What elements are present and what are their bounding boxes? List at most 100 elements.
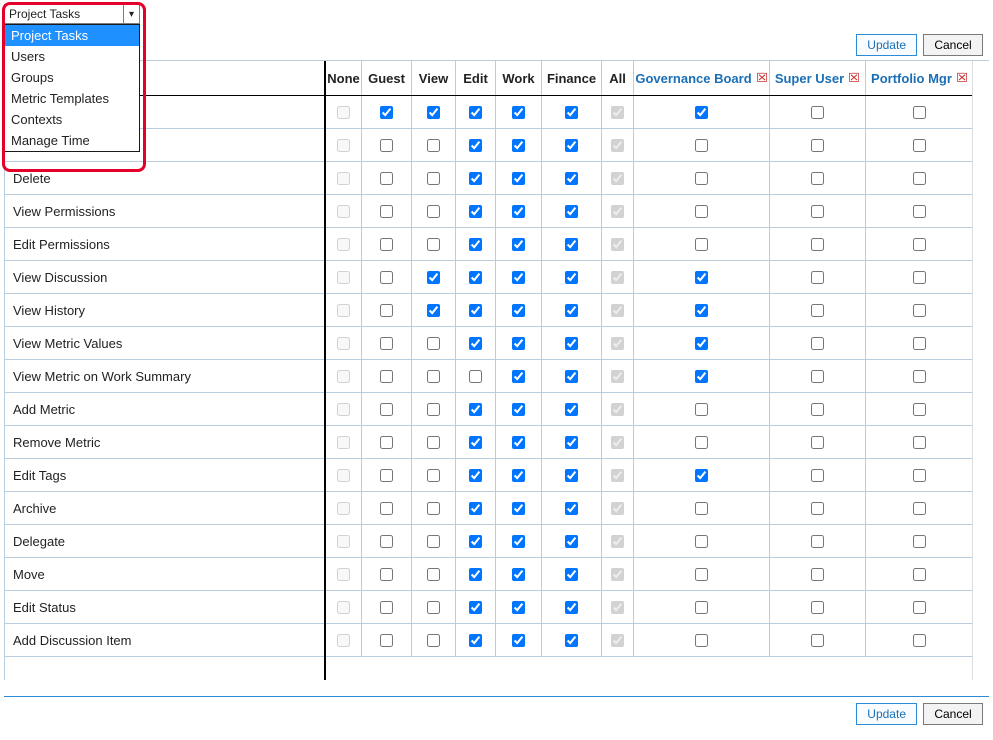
permission-checkbox[interactable] [380, 634, 393, 647]
permission-checkbox[interactable] [611, 634, 624, 647]
permission-checkbox[interactable] [913, 238, 926, 251]
permission-checkbox[interactable] [337, 436, 350, 449]
permission-checkbox[interactable] [611, 601, 624, 614]
permission-checkbox[interactable] [565, 370, 578, 383]
permission-checkbox[interactable] [469, 172, 482, 185]
permission-checkbox[interactable] [380, 271, 393, 284]
permission-checkbox[interactable] [913, 403, 926, 416]
permission-checkbox[interactable] [380, 568, 393, 581]
permission-checkbox[interactable] [913, 370, 926, 383]
permission-checkbox[interactable] [380, 304, 393, 317]
permission-checkbox[interactable] [337, 469, 350, 482]
dropdown-option[interactable]: Manage Time [5, 130, 139, 151]
permission-checkbox[interactable] [469, 403, 482, 416]
permission-checkbox[interactable] [565, 469, 578, 482]
col-header-governance-board[interactable]: Governance Board [634, 61, 770, 95]
permission-checkbox[interactable] [565, 139, 578, 152]
delete-icon[interactable] [848, 71, 860, 86]
permission-checkbox[interactable] [427, 601, 440, 614]
delete-icon[interactable] [756, 71, 768, 86]
permission-checkbox[interactable] [380, 172, 393, 185]
permission-checkbox[interactable] [337, 106, 350, 119]
permission-checkbox[interactable] [512, 568, 525, 581]
permission-checkbox[interactable] [913, 205, 926, 218]
permission-checkbox[interactable] [611, 469, 624, 482]
permission-checkbox[interactable] [611, 502, 624, 515]
permission-checkbox[interactable] [380, 601, 393, 614]
permission-checkbox[interactable] [811, 172, 824, 185]
permission-checkbox[interactable] [469, 502, 482, 515]
permission-checkbox[interactable] [695, 403, 708, 416]
permission-checkbox[interactable] [380, 436, 393, 449]
permission-checkbox[interactable] [512, 271, 525, 284]
permission-checkbox[interactable] [380, 469, 393, 482]
permission-checkbox[interactable] [913, 304, 926, 317]
dropdown-option[interactable]: Users [5, 46, 139, 67]
permission-checkbox[interactable] [337, 172, 350, 185]
permission-checkbox[interactable] [565, 436, 578, 449]
permission-checkbox[interactable] [469, 139, 482, 152]
permission-checkbox[interactable] [469, 106, 482, 119]
permission-checkbox[interactable] [611, 337, 624, 350]
permission-checkbox[interactable] [611, 568, 624, 581]
permission-checkbox[interactable] [337, 568, 350, 581]
permission-checkbox[interactable] [565, 337, 578, 350]
permission-checkbox[interactable] [811, 304, 824, 317]
dropdown-option[interactable]: Project Tasks [5, 25, 139, 46]
permission-checkbox[interactable] [611, 271, 624, 284]
permission-checkbox[interactable] [427, 436, 440, 449]
permission-checkbox[interactable] [565, 403, 578, 416]
dropdown-option[interactable]: Groups [5, 67, 139, 88]
permission-checkbox[interactable] [695, 139, 708, 152]
permission-checkbox[interactable] [811, 634, 824, 647]
permission-checkbox[interactable] [469, 370, 482, 383]
permission-checkbox[interactable] [512, 502, 525, 515]
permission-checkbox[interactable] [427, 304, 440, 317]
permission-checkbox[interactable] [469, 271, 482, 284]
permission-checkbox[interactable] [611, 238, 624, 251]
permission-checkbox[interactable] [469, 535, 482, 548]
permission-checkbox[interactable] [337, 403, 350, 416]
permission-checkbox[interactable] [469, 436, 482, 449]
permission-checkbox[interactable] [337, 238, 350, 251]
permission-checkbox[interactable] [811, 601, 824, 614]
permission-checkbox[interactable] [427, 238, 440, 251]
permission-checkbox[interactable] [380, 370, 393, 383]
permission-checkbox[interactable] [469, 601, 482, 614]
permission-checkbox[interactable] [427, 271, 440, 284]
permission-checkbox[interactable] [380, 337, 393, 350]
permission-checkbox[interactable] [695, 568, 708, 581]
permission-checkbox[interactable] [695, 106, 708, 119]
permission-checkbox[interactable] [380, 403, 393, 416]
permission-checkbox[interactable] [469, 238, 482, 251]
permission-checkbox[interactable] [380, 238, 393, 251]
permission-checkbox[interactable] [913, 502, 926, 515]
permission-checkbox[interactable] [695, 304, 708, 317]
permission-checkbox[interactable] [611, 304, 624, 317]
permission-checkbox[interactable] [380, 139, 393, 152]
permission-checkbox[interactable] [565, 502, 578, 515]
permission-checkbox[interactable] [695, 205, 708, 218]
permission-checkbox[interactable] [337, 370, 350, 383]
permission-checkbox[interactable] [565, 106, 578, 119]
permission-checkbox[interactable] [913, 601, 926, 614]
permission-checkbox[interactable] [811, 568, 824, 581]
permission-checkbox[interactable] [427, 172, 440, 185]
permission-checkbox[interactable] [695, 601, 708, 614]
permission-checkbox[interactable] [512, 370, 525, 383]
permission-checkbox[interactable] [512, 172, 525, 185]
permission-checkbox[interactable] [913, 469, 926, 482]
vertical-scrollbar[interactable] [972, 61, 989, 680]
permission-checkbox[interactable] [469, 205, 482, 218]
permission-checkbox[interactable] [512, 106, 525, 119]
update-button-bottom[interactable]: Update [856, 703, 917, 725]
permission-checkbox[interactable] [913, 568, 926, 581]
permission-checkbox[interactable] [695, 436, 708, 449]
permission-checkbox[interactable] [695, 370, 708, 383]
permission-checkbox[interactable] [469, 337, 482, 350]
permission-checkbox[interactable] [695, 172, 708, 185]
permission-checkbox[interactable] [913, 337, 926, 350]
permission-checkbox[interactable] [469, 568, 482, 581]
permission-checkbox[interactable] [611, 403, 624, 416]
permission-checkbox[interactable] [427, 205, 440, 218]
